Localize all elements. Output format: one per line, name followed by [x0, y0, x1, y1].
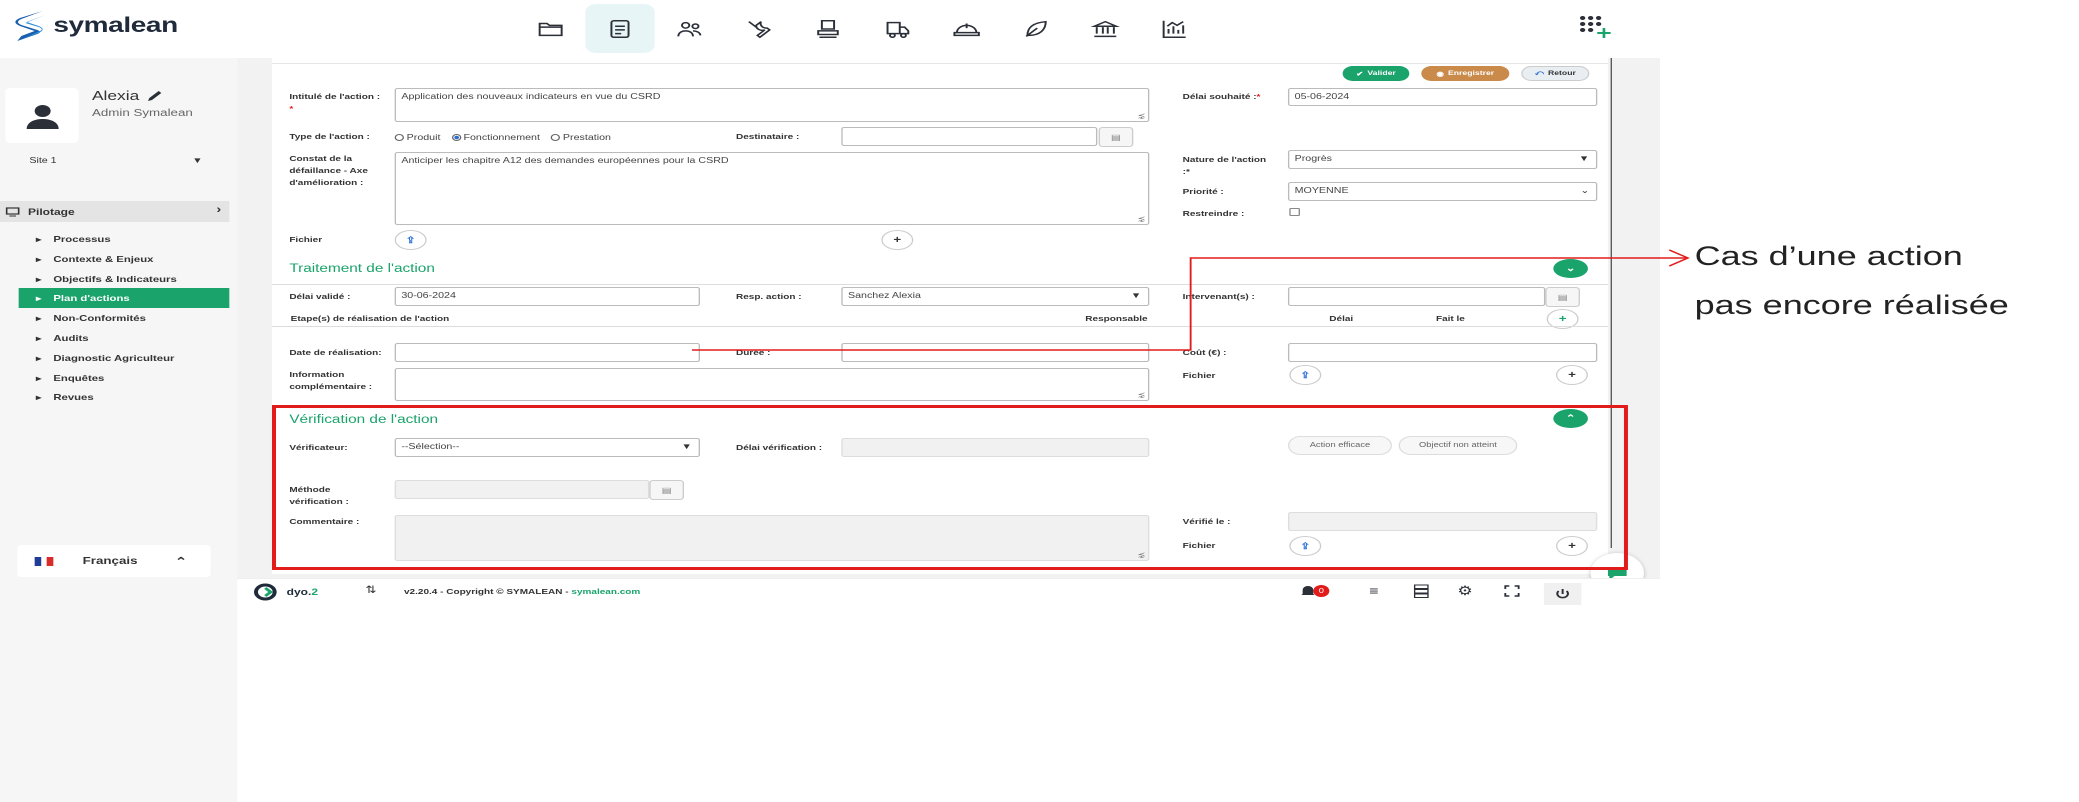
app-window: symalean Alexia Admin Symalean Site 1 ▼ …	[0, 0, 2079, 802]
annotation-line-2: pas encore réalisée	[1694, 290, 2009, 320]
annotation-arrow	[691, 249, 1690, 351]
annotation-line-1: Cas d’une action	[1694, 241, 1963, 271]
